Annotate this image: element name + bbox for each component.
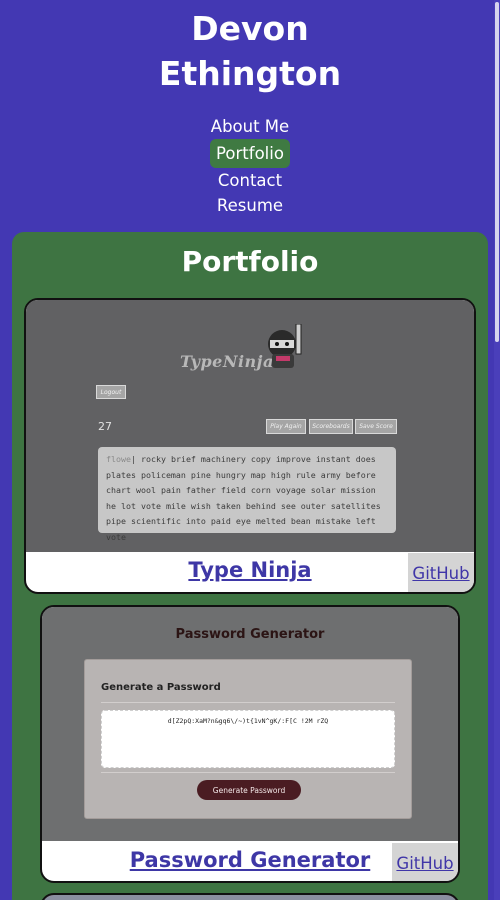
password-output[interactable]: d[Z2pQ:XaM?n&gq6\/~)t{1vN^gK/:F[C !2M rZ…: [101, 710, 395, 768]
typing-text-box[interactable]: flowe| rocky brief machinery copy improv…: [98, 447, 396, 542]
pg-card: Generate a Password d[Z2pQ:XaM?n&gq6\/~)…: [84, 659, 412, 819]
play-again-button[interactable]: Play Again: [266, 419, 306, 434]
typed-word: flowe: [106, 454, 131, 464]
nav-about-me[interactable]: About Me: [205, 114, 295, 139]
project-card-type-ninja: TypeNinja Logout 27 Play Again Scoreboar…: [24, 298, 476, 594]
name-last: Ethington: [158, 54, 342, 93]
portfolio-section: Portfolio TypeNinja Logout 27 Play Again…: [12, 232, 488, 900]
main-nav: About Me Portfolio Contact Resume: [0, 114, 500, 218]
logout-button[interactable]: Logout: [96, 385, 126, 399]
nav-contact[interactable]: Contact: [212, 168, 288, 193]
type-ninja-logo: TypeNinja: [180, 352, 274, 371]
project-card-password-generator: Password Generator Generate a Password d…: [40, 605, 460, 883]
ninja-mascot-icon: [268, 324, 302, 368]
nav-resume[interactable]: Resume: [211, 193, 289, 218]
type-ninja-screenshot[interactable]: TypeNinja Logout 27 Play Again Scoreboar…: [26, 300, 474, 552]
project-screenshot-titlebar: [42, 895, 458, 900]
name-first: Devon: [191, 9, 309, 48]
nav-portfolio[interactable]: Portfolio: [210, 139, 290, 168]
page-scrollbar[interactable]: [494, 0, 500, 900]
password-generator-screenshot[interactable]: Password Generator Generate a Password d…: [42, 607, 458, 841]
site-header: Devon Ethington About Me Portfolio Conta…: [0, 0, 500, 218]
word-count: 27: [98, 420, 112, 433]
github-link[interactable]: GitHub: [408, 553, 474, 592]
project-card-partial: [40, 893, 460, 900]
scoreboards-button[interactable]: Scoreboards: [309, 419, 353, 434]
pg-app-header: Password Generator: [175, 627, 325, 642]
generate-password-button[interactable]: Generate Password: [197, 780, 301, 800]
portfolio-title: Portfolio: [181, 245, 319, 278]
site-name: Devon Ethington: [0, 0, 500, 96]
save-score-button[interactable]: Save Score: [355, 419, 397, 434]
pg-card-title: Generate a Password: [101, 682, 221, 693]
typing-prompt: rocky brief machinery copy improve insta…: [106, 454, 381, 542]
github-link[interactable]: GitHub: [392, 843, 458, 881]
divider: [101, 772, 395, 773]
project-title-link[interactable]: Type Ninja: [26, 558, 474, 582]
scrollbar-thumb[interactable]: [495, 2, 499, 342]
divider: [101, 702, 395, 703]
